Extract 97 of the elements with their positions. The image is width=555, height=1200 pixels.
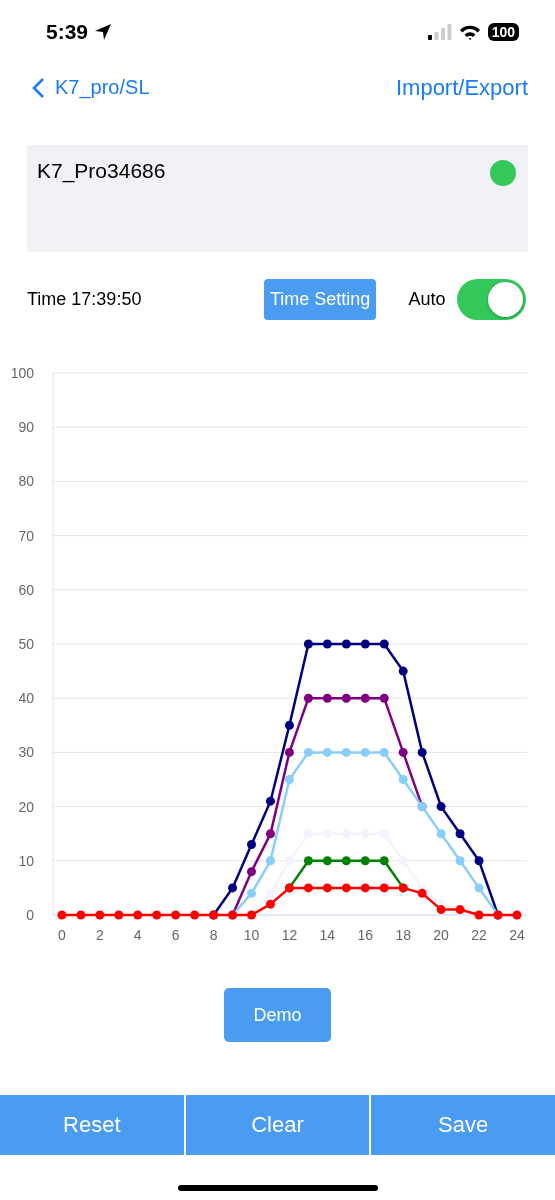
point (57, 910, 67, 920)
point (417, 888, 427, 898)
point (360, 747, 370, 757)
point (171, 910, 181, 920)
point (322, 883, 332, 893)
point (436, 802, 446, 812)
point (152, 910, 162, 920)
point (379, 856, 389, 866)
point (76, 910, 86, 920)
point (360, 856, 370, 866)
y-axis-label: 90 (18, 419, 34, 436)
x-axis-label: 6 (171, 927, 180, 943)
point (341, 693, 351, 703)
point (360, 883, 370, 893)
y-axis-label: 70 (18, 527, 34, 544)
point (436, 829, 446, 839)
point (512, 910, 522, 920)
point (360, 639, 370, 649)
point (398, 666, 408, 676)
point (303, 639, 313, 649)
point (228, 883, 238, 893)
point (284, 720, 294, 730)
point (284, 775, 294, 784)
point (284, 747, 294, 757)
point (265, 888, 275, 898)
point (190, 910, 200, 920)
point (114, 910, 124, 920)
location-arrow-icon (94, 23, 113, 41)
point (341, 883, 351, 893)
point (455, 856, 465, 866)
point (379, 639, 389, 649)
y-axis-label: 50 (18, 636, 34, 652)
point (379, 747, 389, 757)
point (341, 639, 351, 649)
point (474, 856, 484, 866)
point (265, 829, 275, 839)
x-axis-label: 22 (471, 927, 487, 943)
y-axis-label: 80 (18, 473, 34, 490)
back-link[interactable]: K7_pro/SL (32, 76, 150, 99)
wifi-icon (458, 24, 481, 40)
point (455, 829, 465, 839)
x-axis-label: 24 (509, 927, 525, 943)
y-axis-label: 20 (18, 798, 34, 815)
x-axis-label: 20 (433, 927, 449, 943)
point (417, 747, 427, 757)
x-axis-label: 8 (209, 927, 218, 943)
point (303, 856, 313, 866)
x-axis-label: 2 (95, 927, 104, 943)
point (265, 796, 275, 806)
y-axis-label: 30 (18, 744, 34, 761)
point (341, 747, 351, 757)
point (360, 693, 370, 703)
y-axis-label: 100 (10, 365, 34, 381)
point (265, 899, 275, 909)
x-axis-label: 0 (58, 927, 66, 943)
point (474, 883, 484, 893)
point (379, 693, 389, 703)
x-axis-label: 18 (395, 927, 411, 943)
point (247, 840, 257, 850)
point (247, 888, 257, 898)
demo-button[interactable]: Demo (224, 988, 331, 1042)
point (322, 747, 332, 757)
point (322, 856, 332, 866)
point (133, 910, 143, 920)
x-axis-label: 16 (357, 927, 374, 943)
point (303, 883, 313, 893)
point (322, 693, 332, 703)
clock-time: 5:39 (46, 20, 89, 44)
battery-level: 100 (487, 23, 519, 41)
y-axis-label: 0 (26, 907, 34, 923)
point (265, 856, 275, 866)
x-axis-label: 14 (319, 927, 336, 943)
point (95, 910, 105, 920)
import-export-link[interactable]: Import/Export (395, 74, 528, 101)
point (398, 775, 408, 784)
y-axis-label: 10 (18, 852, 34, 869)
point (341, 856, 351, 866)
auto-label: Auto (408, 289, 446, 310)
point (322, 639, 332, 649)
auto-toggle[interactable] (457, 279, 527, 320)
current-time: Time 17:39:50 (27, 289, 143, 310)
point (398, 747, 408, 757)
x-axis-label: 10 (243, 927, 260, 943)
point (303, 747, 313, 757)
signal-icon (427, 24, 452, 40)
point (247, 867, 257, 877)
device-card[interactable]: K7_Pro34686 (27, 145, 528, 252)
time-setting-button[interactable]: Time Setting (264, 279, 377, 320)
chevron-left-icon (32, 76, 45, 99)
x-axis-label: 4 (133, 927, 142, 943)
device-name: K7_Pro34686 (37, 159, 166, 183)
point (379, 883, 389, 893)
point (436, 905, 446, 915)
point (303, 693, 313, 703)
y-axis-label: 40 (18, 690, 34, 707)
x-axis-label: 12 (281, 927, 298, 943)
y-axis-label: 60 (18, 581, 34, 598)
